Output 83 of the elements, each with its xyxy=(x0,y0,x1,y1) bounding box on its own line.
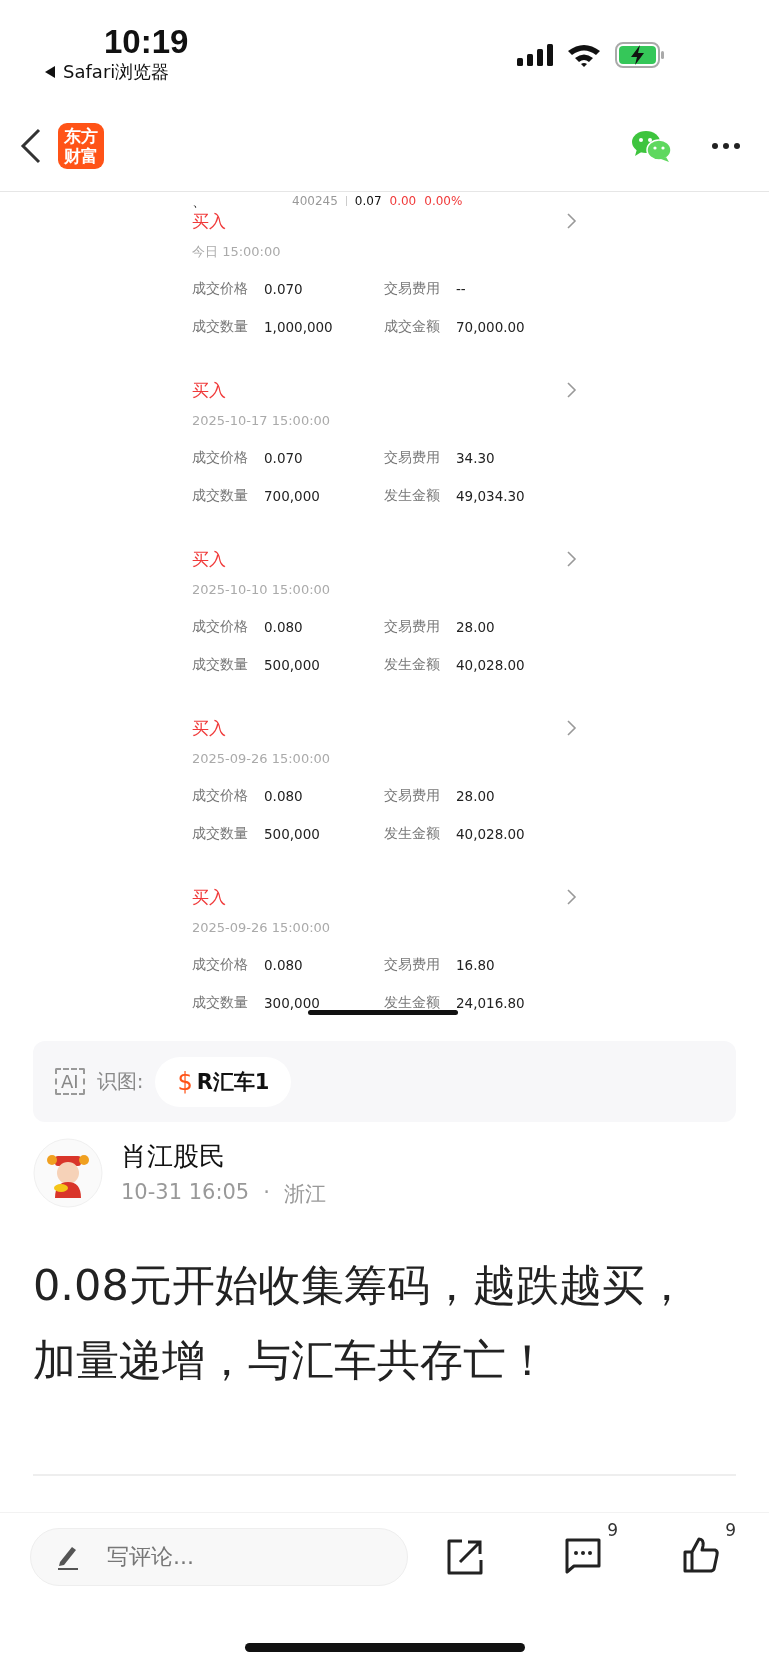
field-value: 40,028.00 xyxy=(456,826,525,842)
field-label: 成交金额 xyxy=(384,318,440,336)
avatar[interactable] xyxy=(33,1138,103,1208)
chevron-right-icon[interactable] xyxy=(567,382,577,398)
stock-price: 0.07 xyxy=(354,194,382,208)
ai-scan-mark: AI xyxy=(55,1068,85,1095)
chevron-right-icon[interactable] xyxy=(567,551,577,567)
field-label: 成交数量 xyxy=(192,318,248,336)
comment-count: 9 xyxy=(607,1519,618,1540)
field-label: 交易费用 xyxy=(384,449,440,467)
author-name[interactable]: 肖江股民 xyxy=(121,1138,326,1174)
trade-time: 2025-09-26 15:00:00 xyxy=(192,750,332,768)
field-label: 交易费用 xyxy=(384,280,440,298)
field-label: 发生金额 xyxy=(384,656,440,674)
field-label: 成交数量 xyxy=(192,487,248,505)
field-label: 成交数量 xyxy=(192,656,248,674)
field-value: 24,016.80 xyxy=(456,995,525,1011)
field-value: 0.070 xyxy=(264,450,303,466)
price-change: 0.00 xyxy=(389,194,417,208)
field-label: 成交数量 xyxy=(192,825,248,843)
app-logo: 东方 财富 xyxy=(58,122,104,169)
field-value: 16.80 xyxy=(456,957,495,973)
field-value: 700,000 xyxy=(264,488,320,504)
more-icon[interactable] xyxy=(711,141,741,150)
wifi-icon xyxy=(567,43,601,67)
field-value: 40,028.00 xyxy=(456,657,525,673)
field-value: 34.30 xyxy=(456,450,495,466)
field-value: -- xyxy=(456,281,466,297)
post-text: 0.08元开始收集筹码，越跌越买， 加量递增，与汇车共存亡！ xyxy=(33,1259,689,1387)
thumbs-up-icon[interactable] xyxy=(682,1535,720,1574)
field-value: 0.070 xyxy=(264,281,303,297)
field-label: 交易费用 xyxy=(384,787,440,805)
battery-charging-icon xyxy=(615,42,665,68)
field-label: 交易费用 xyxy=(384,618,440,636)
signal-icon xyxy=(517,43,553,67)
field-value: 0.080 xyxy=(264,619,303,635)
stock-tag[interactable]: $ R汇车1 xyxy=(155,1056,292,1107)
field-label: 成交价格 xyxy=(192,618,248,636)
trade-type: 买入 xyxy=(192,209,226,233)
post-time: 10-31 16:05 xyxy=(121,1179,250,1206)
back-triangle-icon[interactable] xyxy=(43,65,58,79)
trade-type: 买入 xyxy=(192,716,226,740)
field-label: 发生金额 xyxy=(384,487,440,505)
trade-type: 买入 xyxy=(192,378,226,402)
recognition-label: 识图: xyxy=(96,1068,144,1095)
field-label: 成交价格 xyxy=(192,449,248,467)
status-time: 10:19 xyxy=(103,24,189,60)
field-label: 成交价格 xyxy=(192,956,248,974)
field-value: 0.080 xyxy=(264,957,303,973)
share-icon[interactable] xyxy=(446,1537,484,1576)
back-chevron-icon[interactable] xyxy=(20,127,42,164)
like-count: 9 xyxy=(725,1519,736,1540)
chevron-right-icon[interactable] xyxy=(567,889,577,905)
field-label: 发生金额 xyxy=(384,825,440,843)
cropped-mark: 、 xyxy=(192,194,207,208)
field-value: 1,000,000 xyxy=(264,319,333,335)
field-value: 70,000.00 xyxy=(456,319,525,335)
field-value: 28.00 xyxy=(456,619,495,635)
chevron-right-icon[interactable] xyxy=(567,720,577,736)
trade-time: 2025-09-26 15:00:00 xyxy=(192,919,332,937)
post-location: 浙江 xyxy=(283,1180,326,1208)
back-app-link[interactable]: Safari浏览器 xyxy=(63,60,170,84)
trade-time: 今日 15:00:00 xyxy=(192,243,282,261)
trade-time: 2025-10-10 15:00:00 xyxy=(192,581,332,599)
comment-field[interactable]: 写评论... xyxy=(30,1527,408,1586)
chevron-right-icon[interactable] xyxy=(567,213,577,229)
field-label: 成交价格 xyxy=(192,787,248,805)
field-label: 交易费用 xyxy=(384,956,440,974)
trade-type: 买入 xyxy=(192,547,226,571)
field-label: 发生金额 xyxy=(384,994,440,1012)
field-label: 成交数量 xyxy=(192,994,248,1012)
field-label: 成交价格 xyxy=(192,280,248,298)
field-value: 300,000 xyxy=(264,995,320,1011)
field-value: 500,000 xyxy=(264,657,320,673)
field-value: 500,000 xyxy=(264,826,320,842)
trade-time: 2025-10-17 15:00:00 xyxy=(192,412,332,430)
stock-code: 400245 xyxy=(292,194,338,208)
field-value: 0.080 xyxy=(264,788,303,804)
field-value: 49,034.30 xyxy=(456,488,525,504)
price-change-percent: 0.00% xyxy=(424,194,463,208)
field-value: 28.00 xyxy=(456,788,495,804)
trade-type: 买入 xyxy=(192,885,226,909)
meta-separator: · xyxy=(263,1179,270,1206)
